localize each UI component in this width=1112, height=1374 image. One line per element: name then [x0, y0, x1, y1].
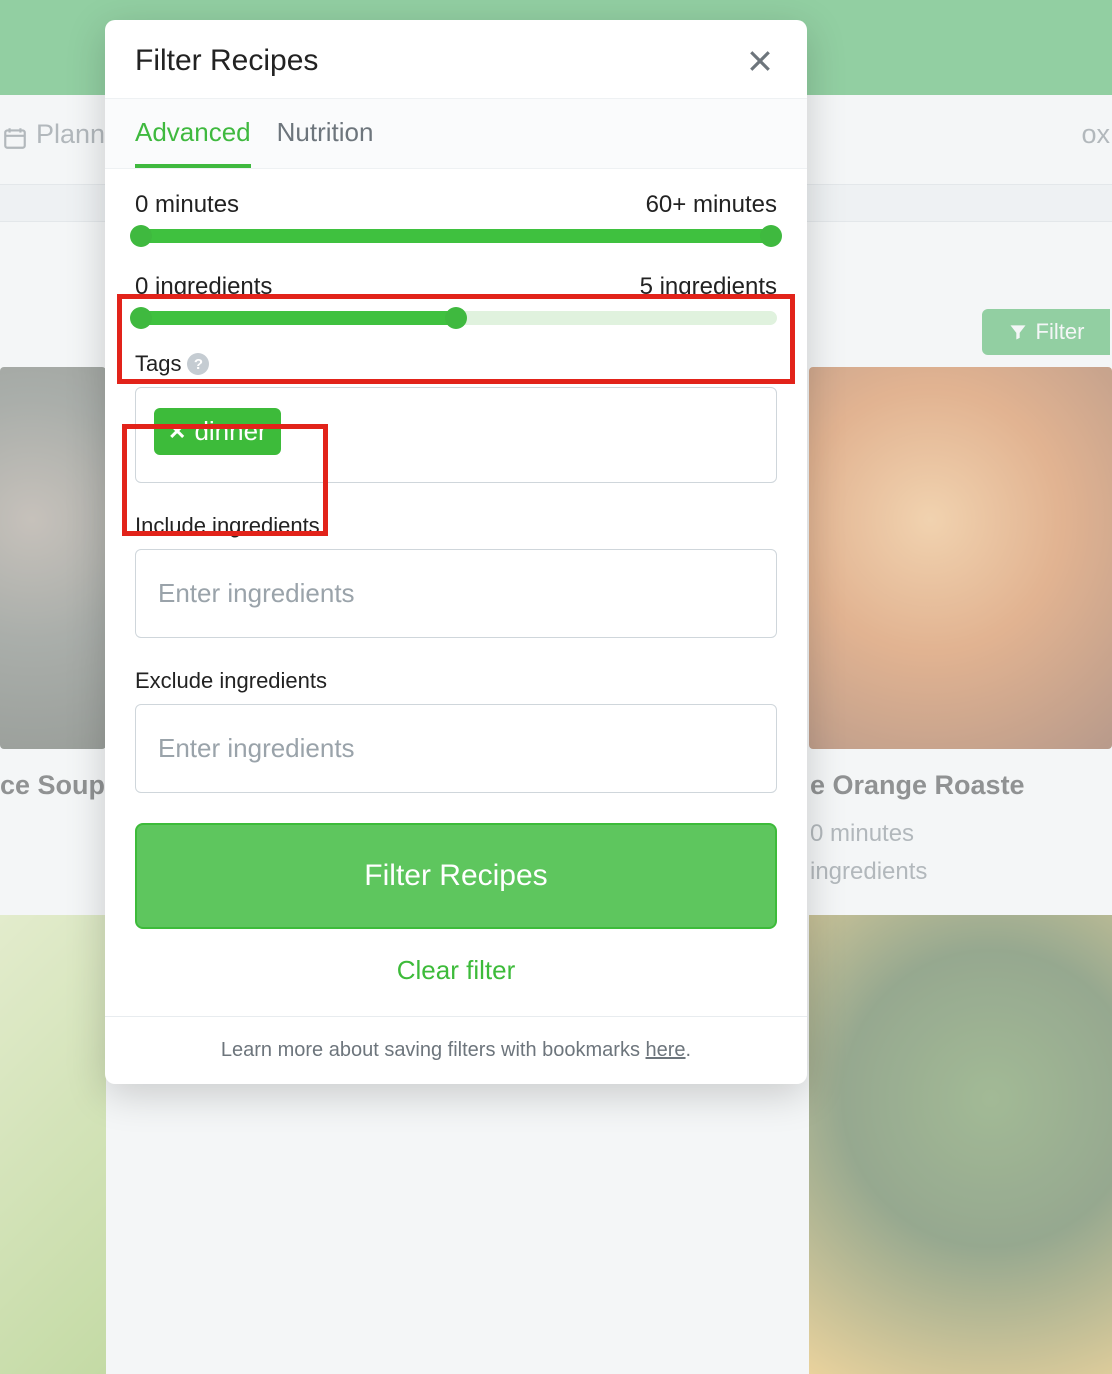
include-ingredients-input[interactable] — [135, 549, 777, 638]
time-min-label: 0 minutes — [135, 191, 239, 219]
time-slider-handle-min[interactable] — [130, 225, 152, 247]
tag-chip-dinner[interactable]: ✕ dinner — [154, 408, 281, 455]
include-label: Include ingredients — [135, 513, 777, 539]
modal-header: Filter Recipes — [105, 20, 807, 98]
time-slider: 0 minutes 60+ minutes — [135, 191, 777, 243]
ingredients-slider: 0 ingredients 5 ingredients — [135, 269, 777, 325]
time-max-label: 60+ minutes — [646, 191, 777, 219]
tags-label-row: Tags ? — [135, 351, 777, 377]
ingredients-slider-handle-max[interactable] — [445, 307, 467, 329]
clear-filter-link[interactable]: Clear filter — [135, 929, 777, 1012]
tags-input[interactable]: ✕ dinner — [135, 387, 777, 483]
tag-chip-label: dinner — [194, 416, 266, 447]
footer-text: Learn more about saving filters with boo… — [221, 1039, 646, 1061]
modal-tabs: Advanced Nutrition — [105, 98, 807, 169]
help-icon[interactable]: ? — [187, 353, 209, 375]
tab-nutrition[interactable]: Nutrition — [277, 99, 374, 168]
modal-body: 0 minutes 60+ minutes 0 ingredients 5 in… — [105, 169, 807, 1016]
tags-label: Tags — [135, 351, 181, 377]
ingredients-slider-handle-min[interactable] — [130, 307, 152, 329]
close-button[interactable] — [743, 44, 777, 78]
ingredients-slider-track[interactable] — [135, 311, 777, 325]
time-slider-track[interactable] — [135, 229, 777, 243]
modal-title: Filter Recipes — [135, 44, 318, 78]
modal-footer: Learn more about saving filters with boo… — [105, 1016, 807, 1084]
remove-tag-icon[interactable]: ✕ — [168, 419, 186, 445]
filter-recipes-modal: Filter Recipes Advanced Nutrition 0 minu… — [105, 20, 807, 1084]
time-slider-handle-max[interactable] — [760, 225, 782, 247]
tab-advanced[interactable]: Advanced — [135, 99, 251, 168]
exclude-label: Exclude ingredients — [135, 668, 777, 694]
ingredients-max-label: 5 ingredients — [640, 273, 777, 301]
ingredients-min-label: 0 ingredients — [135, 273, 272, 301]
close-icon — [745, 46, 775, 76]
time-slider-fill — [135, 229, 777, 243]
exclude-ingredients-input[interactable] — [135, 704, 777, 793]
footer-here-link[interactable]: here — [646, 1039, 686, 1061]
filter-recipes-submit-button[interactable]: Filter Recipes — [135, 823, 777, 929]
ingredients-slider-fill — [135, 311, 456, 325]
